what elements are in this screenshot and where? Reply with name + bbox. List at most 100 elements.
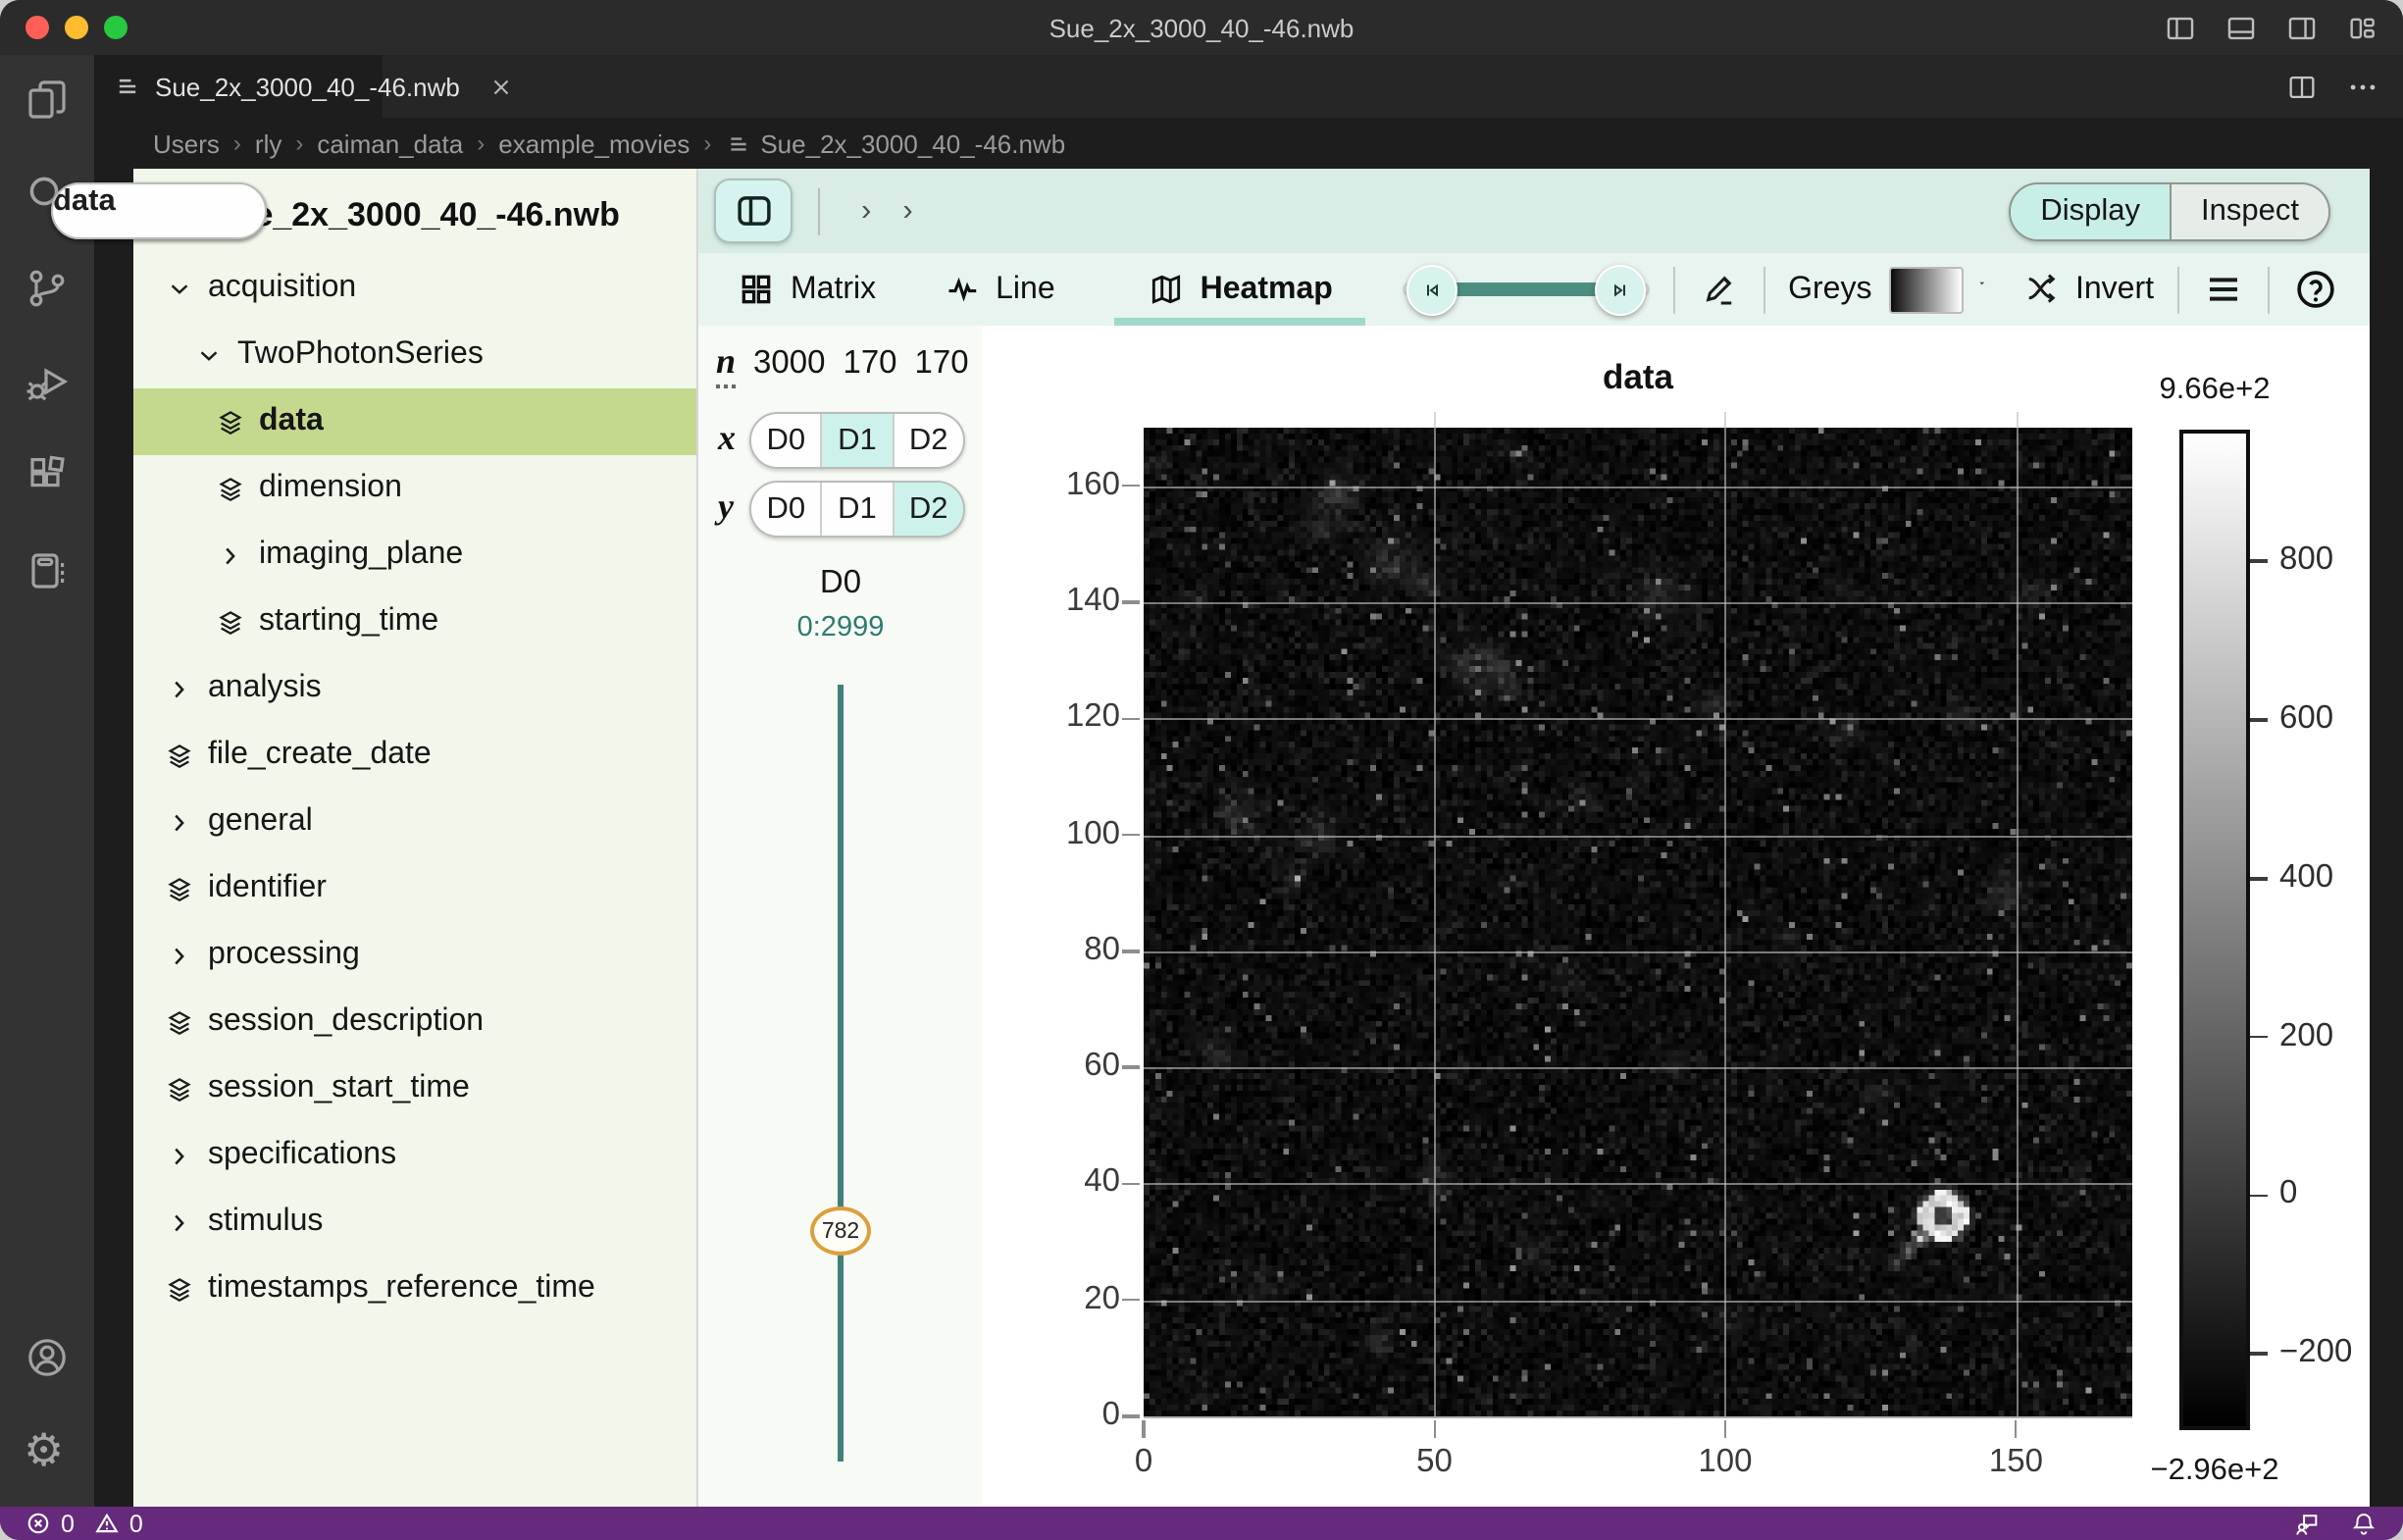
frame-slider-track[interactable]: [838, 685, 843, 1462]
x-dim-d1-button[interactable]: D1: [821, 414, 893, 467]
x-dim-selector: D0D1D2: [749, 412, 965, 469]
breadcrumb-item[interactable]: Users: [153, 128, 220, 158]
activity-accounts-icon[interactable]: [24, 1334, 71, 1381]
view-tab-heatmap[interactable]: Heatmap: [1114, 253, 1366, 326]
window-title: Sue_2x_3000_40_-46.nwb: [0, 13, 2403, 42]
activity-source-control-icon[interactable]: [24, 265, 71, 312]
x-tick-label: 150: [1957, 1444, 2074, 1481]
tree-item-starting_time[interactable]: starting_time: [133, 589, 696, 655]
view-tab-label: Line: [996, 272, 1055, 307]
frame-slider-handle[interactable]: 782: [810, 1206, 871, 1256]
feedback-icon[interactable]: [2293, 1510, 2321, 1537]
tree-item-session_description[interactable]: session_description: [133, 989, 696, 1055]
x-tick-mark: [1433, 1420, 1436, 1438]
x-dim-d0-button[interactable]: D0: [751, 414, 821, 467]
gridline-vertical: [1434, 412, 1436, 1416]
help-icon[interactable]: [2293, 267, 2338, 312]
problems-status[interactable]: 0 0: [26, 1510, 143, 1537]
chevron-right-icon[interactable]: [216, 540, 245, 570]
tree-item-stimulus[interactable]: stimulus: [133, 1189, 696, 1256]
activity-explorer-icon[interactable]: [24, 77, 71, 124]
breadcrumb-file[interactable]: Sue_2x_3000_40_-46.nwb: [725, 128, 1065, 158]
path-separator: ›: [902, 193, 912, 229]
y-tick-label: 20: [1018, 1280, 1120, 1317]
x-tick-label: 0: [1085, 1444, 1202, 1481]
activity-settings-icon[interactable]: ⚙: [24, 1428, 71, 1475]
layout-sidebar-right-icon[interactable]: [2285, 11, 2319, 44]
y-dim-d1-button[interactable]: D1: [821, 483, 893, 536]
view-tab-line[interactable]: Line: [943, 253, 1055, 326]
tree-item-dimension[interactable]: dimension: [133, 455, 696, 522]
more-actions-icon[interactable]: [2346, 70, 2379, 103]
x-dim-d2-button[interactable]: D2: [892, 414, 963, 467]
edit-pen-icon[interactable]: [1698, 269, 1739, 310]
range-start-handle[interactable]: [1406, 264, 1457, 315]
tree-item-TwoPhotonSeries[interactable]: TwoPhotonSeries: [133, 322, 696, 388]
range-end-handle[interactable]: [1594, 264, 1645, 315]
breadcrumb-item[interactable]: example_movies: [498, 128, 690, 158]
layout-panel-icon[interactable]: [2224, 11, 2258, 44]
tree-item-acquisition[interactable]: acquisition: [133, 255, 696, 322]
chevron-down-icon[interactable]: [1977, 279, 1987, 300]
y-tick-mark: [1122, 834, 1140, 837]
layout-sidebar-left-icon[interactable]: [2164, 11, 2197, 44]
y-dim-d0-button[interactable]: D0: [751, 483, 821, 536]
view-tab-label: Heatmap: [1201, 272, 1333, 307]
split-editor-icon[interactable]: [2285, 70, 2319, 103]
tree-item-identifier[interactable]: identifier: [133, 855, 696, 922]
chevron-right-icon[interactable]: [165, 807, 194, 837]
plot-toolbar: Matrix Line Heatmap: [698, 253, 2370, 326]
heatmap-image[interactable]: [1144, 428, 2132, 1416]
inspect-mode-button[interactable]: Inspect: [2170, 183, 2328, 238]
y-tick-mark: [1122, 485, 1140, 488]
display-mode-button[interactable]: Display: [2011, 183, 2170, 238]
chevron-right-icon[interactable]: [165, 674, 194, 703]
tree-item-session_start_time[interactable]: session_start_time: [133, 1055, 696, 1122]
editor-tab[interactable]: Sue_2x_3000_40_-46.nwb: [94, 55, 383, 118]
tree-item-label: session_start_time: [208, 1071, 470, 1106]
range-slider[interactable]: [1402, 264, 1649, 315]
activity-extensions-icon[interactable]: [24, 453, 71, 500]
dimension-controls: n 3000 170 170 x D0D1D2 y D0D1D2 D0 0:29…: [698, 326, 985, 1507]
chevron-right-icon[interactable]: [165, 941, 194, 970]
tree-item-analysis[interactable]: analysis: [133, 655, 696, 722]
view-tab-matrix[interactable]: Matrix: [738, 253, 876, 326]
breadcrumb-item[interactable]: rly: [255, 128, 281, 158]
chevron-right-icon[interactable]: [165, 1207, 194, 1237]
tab-bar-actions: [2285, 55, 2379, 118]
chevron-right-icon[interactable]: [165, 1141, 194, 1170]
tree-item-specifications[interactable]: specifications: [133, 1122, 696, 1189]
y-tick-mark: [1122, 1299, 1140, 1302]
tree-item-file_create_date[interactable]: file_create_date: [133, 722, 696, 789]
x-axis-label: x: [718, 418, 736, 459]
invert-button[interactable]: Invert: [2020, 269, 2154, 310]
y-dim-d2-button[interactable]: D2: [892, 483, 963, 536]
tree-item-imaging_plane[interactable]: imaging_plane: [133, 522, 696, 589]
chevron-down-icon[interactable]: [194, 340, 224, 370]
notifications-bell-icon[interactable]: [2350, 1510, 2377, 1537]
activity-notebook-icon[interactable]: [24, 547, 71, 594]
tree-item-label: acquisition: [208, 271, 356, 306]
colormap-swatch[interactable]: [1889, 266, 1964, 313]
tree-item-processing[interactable]: processing: [133, 922, 696, 989]
tree-item-label: processing: [208, 938, 360, 973]
activity-run-and-debug-icon[interactable]: [24, 359, 71, 406]
y-tick-mark: [1122, 1182, 1140, 1185]
tree-item-general[interactable]: general: [133, 789, 696, 855]
close-tab-icon[interactable]: [489, 74, 515, 99]
colorbar-tick-label: −200: [2279, 1334, 2397, 1371]
tree-item-data[interactable]: data: [133, 388, 696, 455]
toggle-sidebar-button[interactable]: [714, 179, 792, 243]
tree-item-label: file_create_date: [208, 738, 432, 773]
heatmap-canvas-area[interactable]: [1144, 428, 2132, 1416]
y-tick-label: 100: [1018, 815, 1120, 852]
chevron-down-icon[interactable]: [165, 274, 194, 303]
y-tick-label: 80: [1018, 932, 1120, 969]
breadcrumb-item[interactable]: caiman_data: [317, 128, 463, 158]
menu-icon[interactable]: [2203, 269, 2244, 310]
path-segment[interactable]: data: [51, 182, 267, 239]
layout-customize-icon[interactable]: [2346, 11, 2379, 44]
path-separator: ›: [861, 193, 871, 229]
frame-range-label: 0:2999: [698, 612, 983, 643]
tree-item-timestamps_reference_time[interactable]: timestamps_reference_time: [133, 1256, 696, 1322]
